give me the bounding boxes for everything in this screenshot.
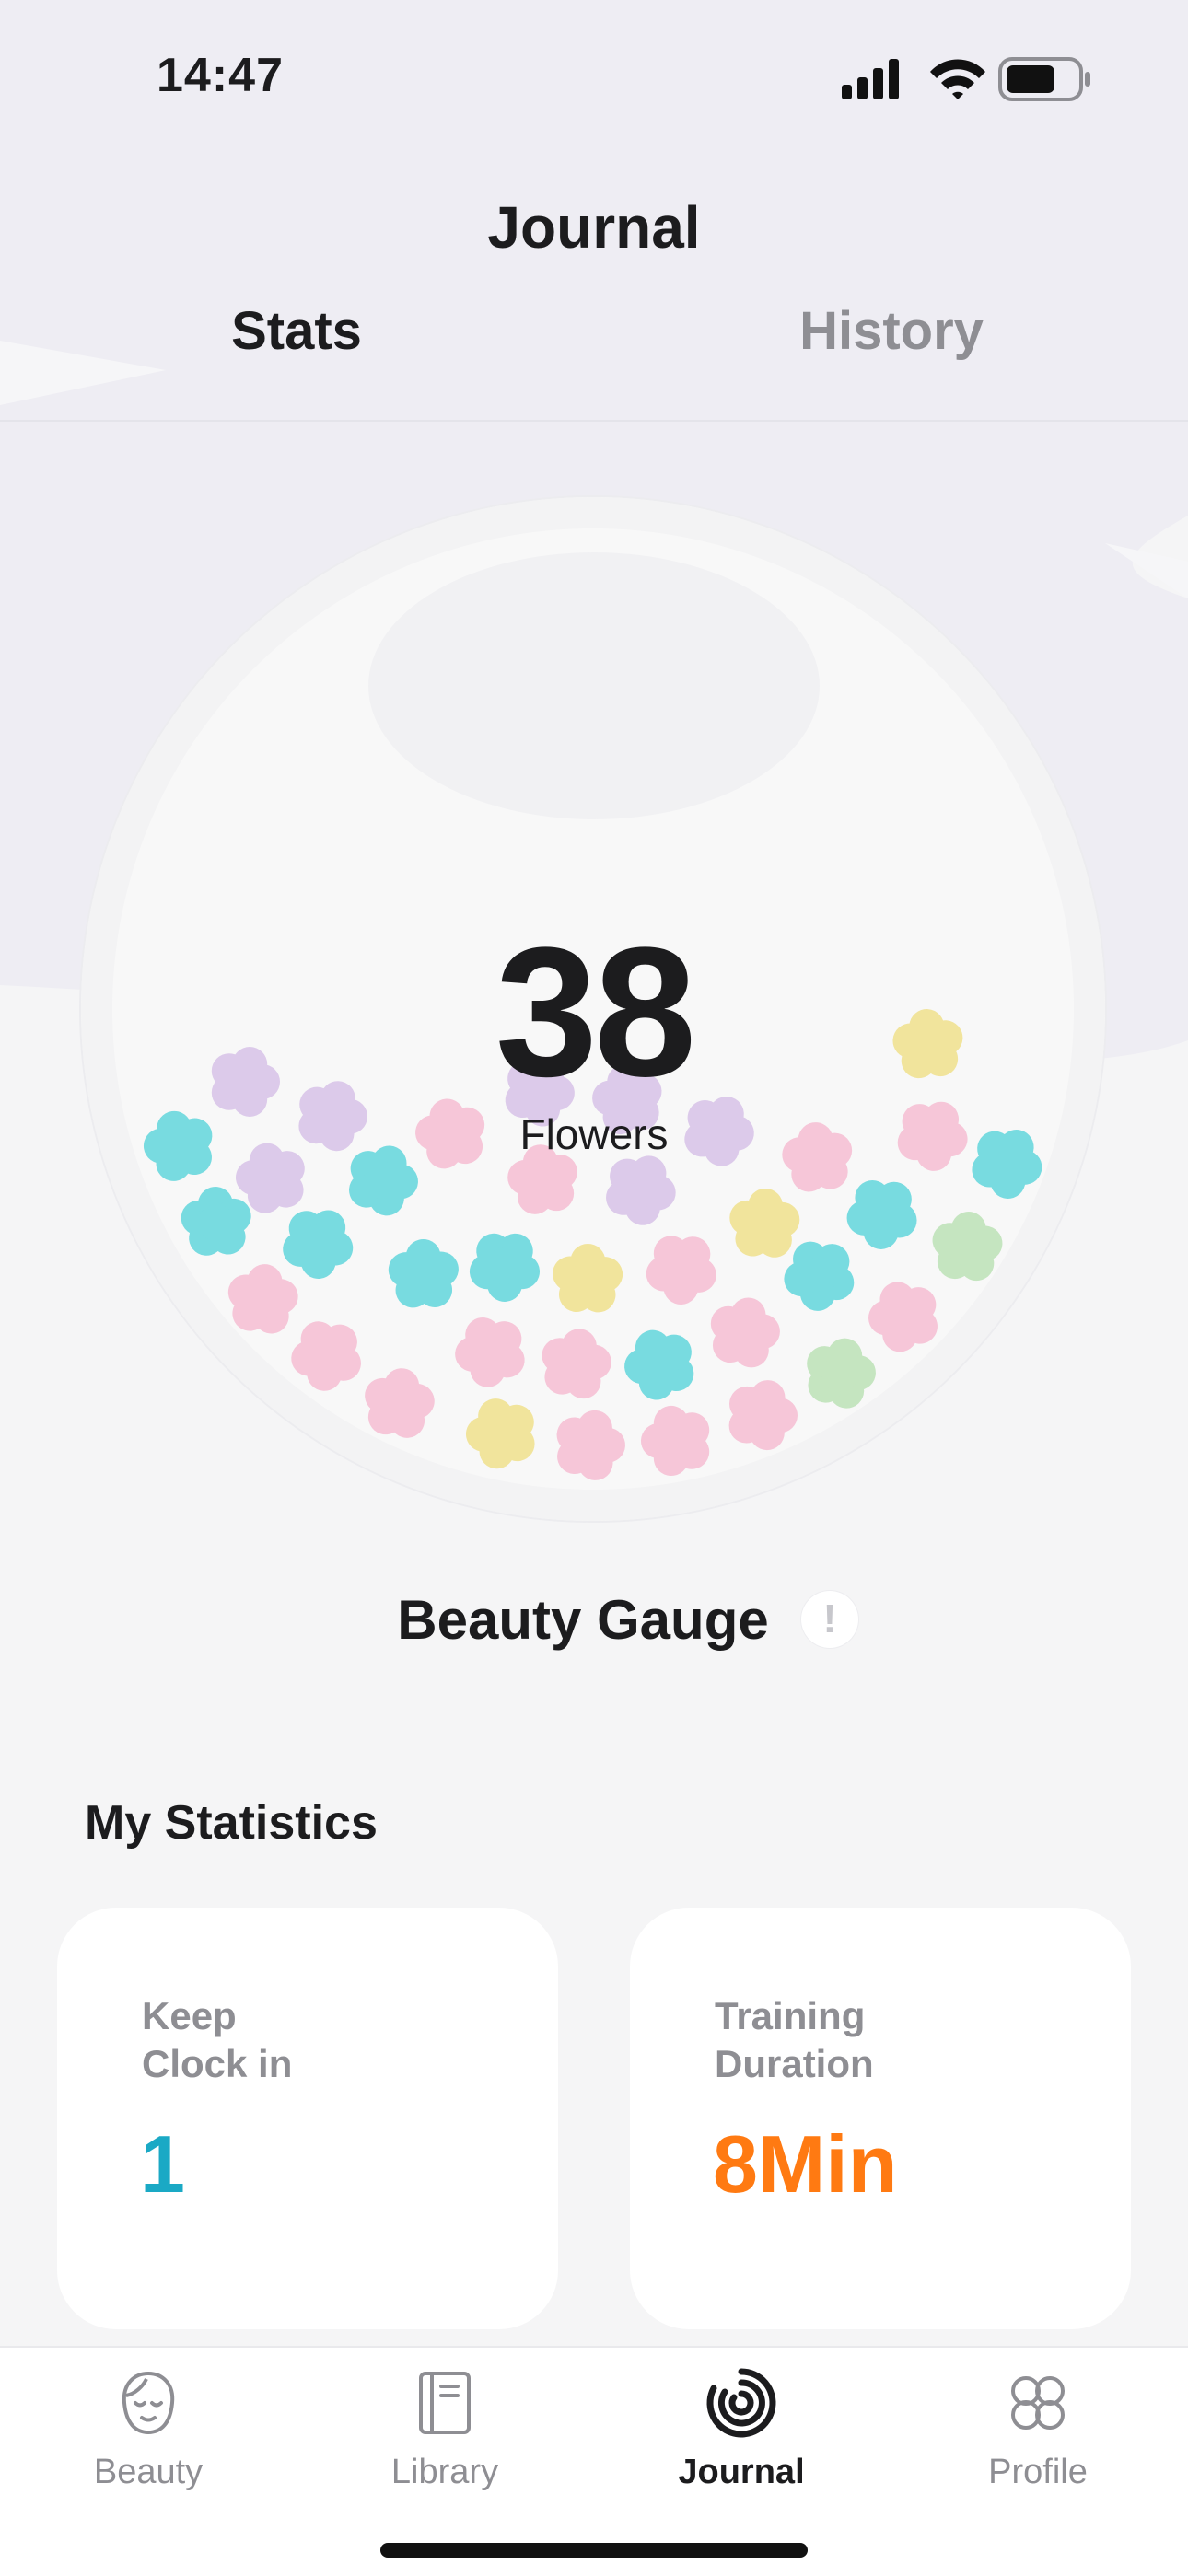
stat-card-label: Keep Clock in xyxy=(142,1992,510,2088)
page-title: Journal xyxy=(487,194,701,261)
tabbar-item-library[interactable]: Library xyxy=(297,2366,593,2492)
clover-icon xyxy=(1011,2376,1065,2430)
flower-count: 38 xyxy=(495,910,696,1115)
face-icon xyxy=(122,2371,175,2435)
tab-stats[interactable]: Stats xyxy=(103,300,490,362)
tab-history[interactable]: History xyxy=(698,300,1085,362)
stat-card-training-duration: Training Duration 8Min xyxy=(630,1908,1131,2329)
info-icon[interactable]: ! xyxy=(801,1591,858,1648)
battery-icon xyxy=(998,57,1090,101)
stat-card-clock-in: Keep Clock in 1 xyxy=(57,1908,558,2329)
home-indicator xyxy=(380,2543,808,2558)
stat-label-line2: Clock in xyxy=(142,2042,293,2085)
tabbar-label: Beauty xyxy=(93,2453,204,2491)
tabbar-item-beauty[interactable]: Beauty xyxy=(0,2366,297,2492)
tabbar-label: Profile xyxy=(988,2453,1088,2491)
journal-rings-icon xyxy=(706,2368,776,2438)
status-bar: 14:47 xyxy=(0,0,1188,157)
section-title-statistics: My Statistics xyxy=(85,1796,378,1850)
jar-highlight xyxy=(368,552,820,819)
cellular-signal-icon xyxy=(842,59,899,99)
status-icons xyxy=(842,57,1090,101)
bottom-tab-bar: Beauty Library Journal Profile xyxy=(0,2346,1188,2576)
flower-count-label: Flowers xyxy=(519,1110,669,1158)
beauty-gauge-title: Beauty Gauge xyxy=(0,1588,1188,1652)
stat-label-line1: Training xyxy=(715,1994,866,2037)
stat-label-line2: Duration xyxy=(715,2042,874,2085)
tabbar-label: Journal xyxy=(678,2453,805,2491)
stat-card-label: Training Duration xyxy=(715,1992,1083,2088)
book-icon xyxy=(419,2372,471,2434)
tabbar-label: Library xyxy=(390,2453,499,2491)
stat-label-line1: Keep xyxy=(142,1994,237,2037)
tabbar-item-journal[interactable]: Journal xyxy=(593,2366,890,2492)
status-time: 14:47 xyxy=(157,49,284,102)
segmented-tabs: Stats History xyxy=(0,300,1188,422)
stat-card-value: 1 xyxy=(140,2118,185,2210)
beauty-gauge-label: Beauty Gauge xyxy=(397,1589,769,1651)
wifi-icon xyxy=(930,59,985,99)
stat-card-value: 8Min xyxy=(713,2118,898,2210)
tabbar-item-profile[interactable]: Profile xyxy=(890,2366,1186,2492)
